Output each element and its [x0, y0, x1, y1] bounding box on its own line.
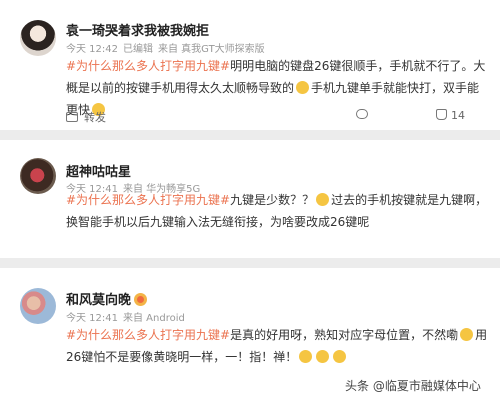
laugh-emoji-icon: [316, 350, 330, 363]
avatar[interactable]: [20, 20, 56, 56]
vip-badge-icon: [134, 293, 148, 306]
hashtag-link[interactable]: #为什么那么多人打字用九键#: [66, 59, 230, 73]
device-source: 来自 真我GT大师探索版: [158, 44, 265, 55]
laugh-emoji-icon: [296, 81, 310, 94]
hashtag-link[interactable]: #为什么那么多人打字用九键#: [66, 328, 230, 342]
username[interactable]: 和风莫向晚: [66, 289, 148, 308]
edited-label: 已编辑: [123, 44, 153, 55]
comment-text: #为什么那么多人打字用九键#是真的好用呀，熟知对应字母位置，不然嘞 用26键怕不是…: [66, 324, 490, 368]
username-text: 和风莫向晚: [66, 293, 132, 308]
timestamp: 今天 12:42: [66, 44, 118, 55]
comment-icon: [356, 109, 368, 119]
comment-text-part: 九键是少数？？: [230, 193, 315, 207]
share-label: 转发: [84, 111, 106, 124]
grin-emoji-icon: [460, 328, 474, 341]
source-watermark: 头条 @临夏市融媒体中心: [345, 379, 481, 393]
laugh-emoji-icon: [333, 350, 347, 363]
hashtag-link[interactable]: #为什么那么多人打字用九键#: [66, 193, 230, 207]
comment-actions: 转发 14: [66, 109, 490, 125]
username[interactable]: 袁一琦哭着求我被我婉拒: [66, 20, 209, 39]
like-button[interactable]: 14: [436, 109, 465, 122]
laugh-emoji-icon: [299, 350, 313, 363]
comment-text-part: 是真的好用呀，熟知对应字母位置，不然嘞: [230, 328, 459, 342]
comment-text: #为什么那么多人打字用九键#九键是少数？？ 过去的手机按键就是九键啊，换智能手机以…: [66, 189, 490, 233]
reply-button[interactable]: [356, 109, 368, 122]
comment-card-1: 袁一琦哭着求我被我婉拒 今天 12:42 已编辑 来自 真我GT大师探索版 #为什么…: [0, 0, 500, 130]
device-source: 来自 Android: [123, 313, 185, 324]
timestamp: 今天 12:41: [66, 313, 118, 324]
share-icon: [66, 112, 78, 122]
comment-meta: 今天 12:41 来自 Android: [66, 309, 190, 324]
thumbs-up-icon: [436, 109, 447, 120]
thinking-emoji-icon: [316, 193, 330, 206]
avatar[interactable]: [20, 288, 56, 324]
avatar[interactable]: [20, 158, 56, 194]
like-count: 14: [451, 109, 465, 122]
share-button[interactable]: 转发: [66, 109, 106, 125]
comment-meta: 今天 12:42 已编辑 来自 真我GT大师探索版: [66, 40, 270, 55]
username[interactable]: 超神咕咕星: [66, 161, 131, 180]
comment-card-2: 超神咕咕星 今天 12:41 来自 华为畅享5G #为什么那么多人打字用九键#九键…: [0, 140, 500, 258]
